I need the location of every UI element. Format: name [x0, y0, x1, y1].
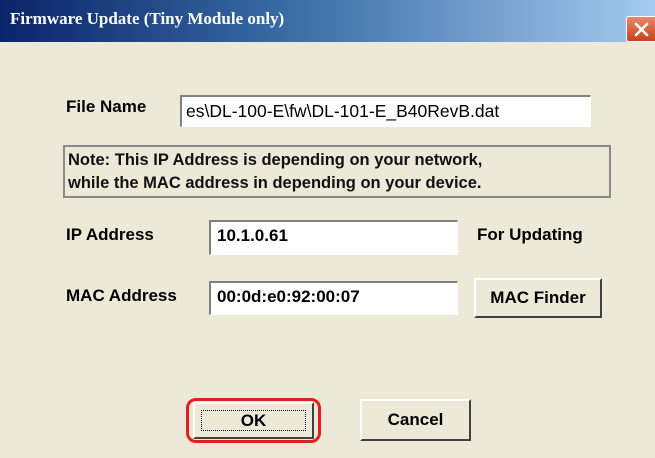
close-button[interactable] — [626, 16, 655, 42]
firmware-update-dialog: Firmware Update (Tiny Module only) File … — [0, 0, 655, 458]
for-updating-label: For Updating — [477, 225, 583, 244]
file-name-label: File Name — [66, 97, 147, 116]
focus-ring — [201, 410, 306, 431]
close-icon — [634, 22, 649, 37]
note-box: Note: This IP Address is depending on yo… — [63, 145, 611, 198]
file-name-field[interactable]: es\DL-100-E\fw\DL-101-E_B40RevB.dat — [180, 95, 591, 127]
mac-address-label: MAC Address — [66, 286, 177, 305]
mac-finder-button[interactable]: MAC Finder — [474, 278, 602, 318]
note-line-2: while the MAC address in depending on yo… — [68, 174, 482, 192]
window-title: Firmware Update (Tiny Module only) — [10, 9, 285, 28]
title-bar[interactable]: Firmware Update (Tiny Module only) — [0, 0, 655, 42]
ip-address-label: IP Address — [66, 225, 154, 244]
note-line-1: Note: This IP Address is depending on yo… — [68, 151, 483, 169]
ip-address-field[interactable]: 10.1.0.61 — [209, 220, 458, 255]
ok-button[interactable]: OK — [193, 402, 314, 439]
cancel-button[interactable]: Cancel — [360, 399, 471, 441]
mac-address-field[interactable]: 00:0d:e0:92:00:07 — [209, 281, 458, 315]
